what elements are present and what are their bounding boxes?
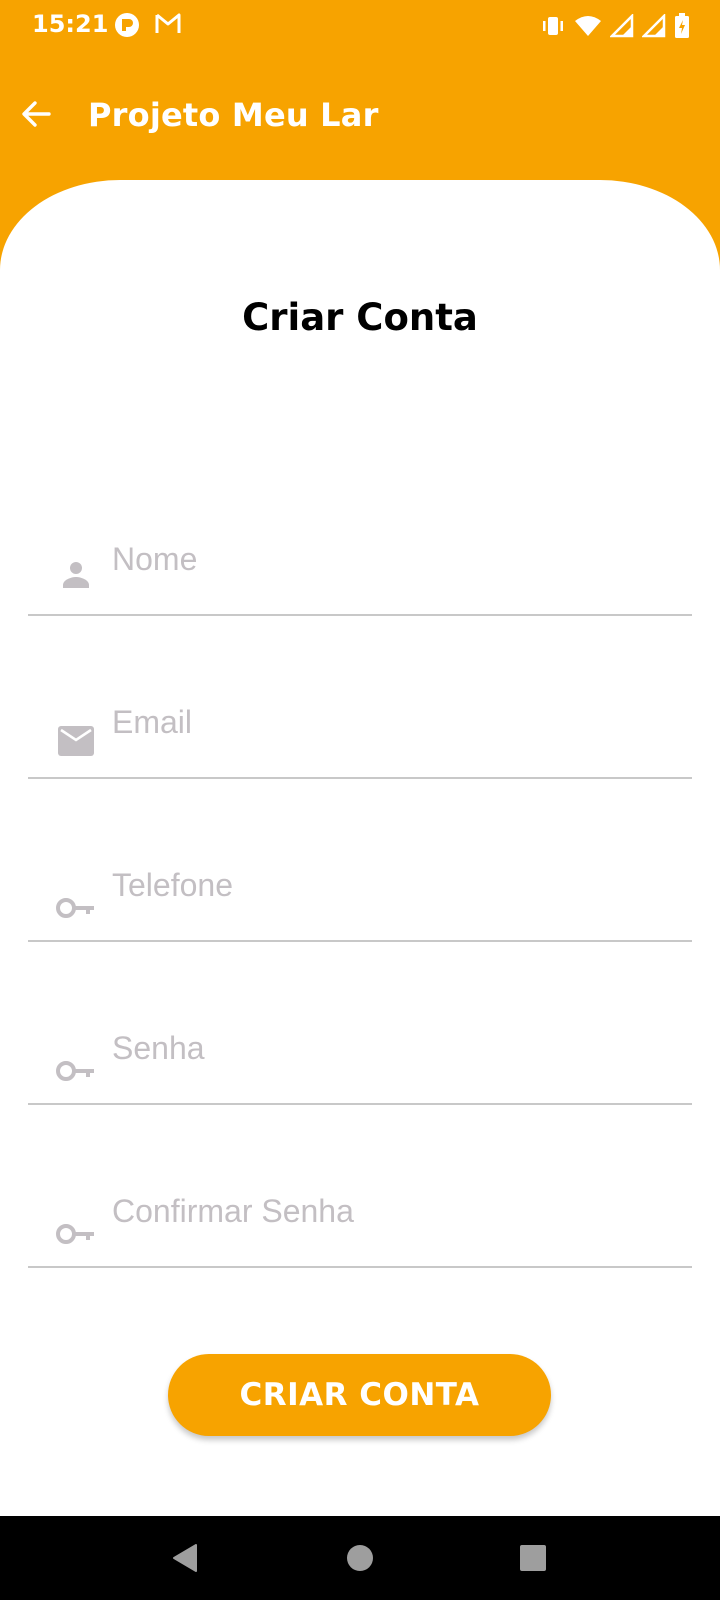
key-icon (56, 1214, 96, 1254)
status-time: 15:21 (32, 10, 109, 38)
form-card: Criar Conta Nome Email Telefone CRIAR CO… (0, 180, 720, 1516)
name-input[interactable] (112, 534, 672, 584)
system-nav-bar (0, 1516, 720, 1600)
back-button[interactable] (14, 94, 58, 138)
home-circle-icon[interactable] (342, 1540, 378, 1576)
app-notification-icon (114, 12, 140, 38)
page-title: Criar Conta (242, 296, 478, 339)
gmail-icon (154, 12, 182, 38)
status-left-icons (114, 12, 182, 38)
email-input[interactable] (112, 697, 672, 747)
battery-charging-icon (674, 13, 690, 39)
status-right-icons (540, 13, 690, 39)
signal-icon (642, 14, 666, 38)
person-icon (56, 554, 96, 594)
app-bar: Projeto Meu Lar (0, 60, 720, 172)
confirm-password-field (28, 1168, 692, 1268)
back-triangle-icon[interactable] (168, 1540, 204, 1576)
signal-icon (610, 14, 634, 38)
create-account-button[interactable]: CRIAR CONTA (168, 1354, 551, 1436)
phone-input[interactable] (112, 860, 672, 910)
password-input[interactable] (112, 1023, 672, 1073)
app-title: Projeto Meu Lar (88, 96, 379, 134)
email-field (28, 679, 692, 779)
wifi-icon (574, 14, 602, 38)
confirm-password-input[interactable] (112, 1186, 672, 1236)
key-icon (56, 1051, 96, 1091)
vibrate-icon (540, 14, 566, 38)
name-field (28, 516, 692, 616)
status-bar: 15:21 (0, 0, 720, 52)
mail-icon (56, 721, 96, 761)
phone-field (28, 842, 692, 942)
recents-square-icon[interactable] (515, 1540, 551, 1576)
key-icon (56, 888, 96, 928)
password-field (28, 1005, 692, 1105)
arrow-back-icon (21, 100, 51, 133)
